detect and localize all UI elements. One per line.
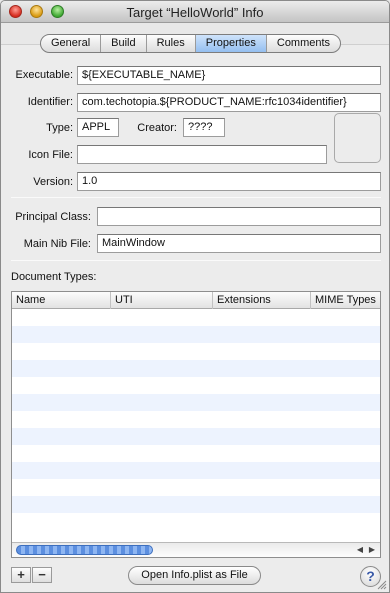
- separator: [11, 260, 381, 261]
- table-row[interactable]: [12, 309, 380, 326]
- document-types-label: Document Types:: [11, 271, 97, 283]
- document-types-table[interactable]: Name UTI Extensions MIME Types ◀ ▶: [11, 291, 381, 558]
- table-row[interactable]: [12, 445, 380, 462]
- icon-well[interactable]: [334, 113, 381, 163]
- table-row[interactable]: [12, 411, 380, 428]
- type-label: Type:: [46, 122, 73, 134]
- executable-field[interactable]: ${EXECUTABLE_NAME}: [77, 66, 381, 85]
- principal-class-field[interactable]: [97, 207, 381, 226]
- resize-grip-icon[interactable]: [377, 580, 387, 590]
- table-body[interactable]: [12, 309, 380, 542]
- tab-comments[interactable]: Comments: [267, 35, 340, 52]
- info-window: Target “HelloWorld” Info General Build R…: [0, 0, 390, 593]
- principal-class-label: Principal Class:: [15, 211, 91, 223]
- column-header-name[interactable]: Name: [12, 292, 111, 309]
- table-header: Name UTI Extensions MIME Types: [12, 292, 380, 309]
- column-header-uti[interactable]: UTI: [111, 292, 213, 309]
- identifier-field[interactable]: com.techotopia.${PRODUCT_NAME:rfc1034ide…: [77, 93, 381, 112]
- icon-file-field[interactable]: [77, 145, 327, 164]
- scroll-right-arrow-icon[interactable]: ▶: [366, 544, 378, 556]
- creator-label: Creator:: [137, 122, 177, 134]
- scrollbar-thumb[interactable]: [16, 545, 153, 555]
- executable-label: Executable:: [15, 69, 73, 81]
- table-row[interactable]: [12, 343, 380, 360]
- window-title: Target “HelloWorld” Info: [126, 5, 264, 20]
- tab-build[interactable]: Build: [101, 35, 147, 52]
- add-button[interactable]: +: [11, 567, 31, 583]
- main-nib-file-field[interactable]: MainWindow: [97, 234, 381, 253]
- tab-rules[interactable]: Rules: [147, 35, 196, 52]
- version-label: Version:: [33, 176, 73, 188]
- tab-bar: General Build Rules Properties Comments: [40, 34, 342, 53]
- open-info-plist-button[interactable]: Open Info.plist as File: [128, 566, 261, 585]
- creator-field[interactable]: ????: [183, 118, 225, 137]
- title-bar[interactable]: Target “HelloWorld” Info: [1, 1, 389, 23]
- table-row[interactable]: [12, 394, 380, 411]
- column-header-mime-types[interactable]: MIME Types: [311, 292, 380, 309]
- table-row[interactable]: [12, 428, 380, 445]
- table-row[interactable]: [12, 479, 380, 496]
- tab-general[interactable]: General: [41, 35, 102, 52]
- table-row[interactable]: [12, 360, 380, 377]
- separator: [11, 197, 381, 198]
- identifier-label: Identifier:: [27, 96, 73, 108]
- table-row[interactable]: [12, 513, 380, 530]
- version-field[interactable]: 1.0: [77, 172, 381, 191]
- icon-file-label: Icon File:: [28, 149, 73, 161]
- table-row[interactable]: [12, 462, 380, 479]
- column-header-extensions[interactable]: Extensions: [213, 292, 311, 309]
- scroll-left-arrow-icon[interactable]: ◀: [354, 544, 366, 556]
- main-nib-file-label: Main Nib File:: [23, 238, 91, 250]
- horizontal-scrollbar[interactable]: ◀ ▶: [12, 542, 380, 557]
- table-row[interactable]: [12, 496, 380, 513]
- table-row[interactable]: [12, 377, 380, 394]
- tab-properties[interactable]: Properties: [195, 35, 267, 52]
- type-field[interactable]: APPL: [77, 118, 119, 137]
- table-row[interactable]: [12, 326, 380, 343]
- remove-button[interactable]: −: [32, 567, 52, 583]
